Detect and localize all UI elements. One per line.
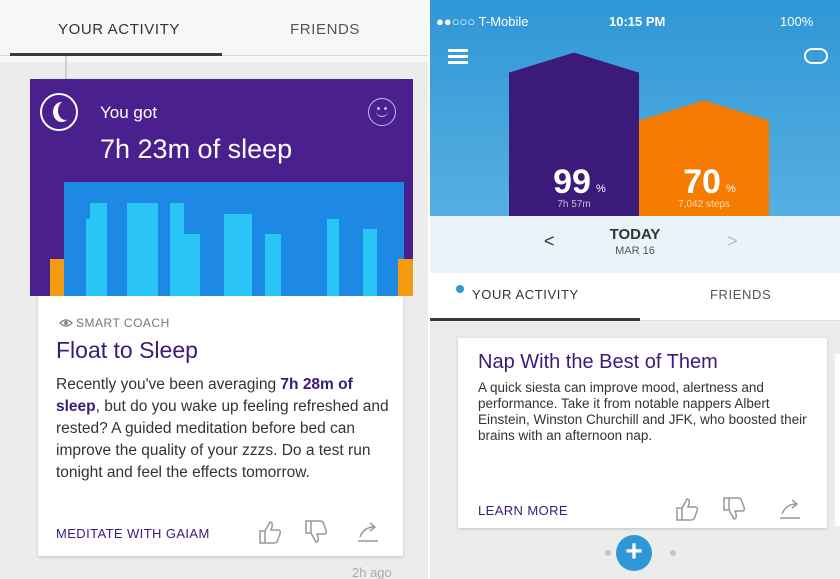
thumbs-down-icon[interactable] [720, 496, 748, 522]
tab-bar: YOUR ACTIVITY FRIENDS [430, 273, 840, 321]
sleep-goal-unit: % [596, 183, 606, 195]
tab-bar: YOUR ACTIVITY FRIENDS [0, 0, 428, 62]
deep-sleep-segment [64, 182, 86, 296]
thumbs-down-icon[interactable] [302, 519, 330, 545]
sleep-intro: You got [100, 103, 158, 122]
deep-sleep-segment [107, 182, 127, 296]
active-tab-indicator [10, 53, 222, 56]
thumbs-up-icon[interactable] [673, 496, 701, 522]
timestamp: 2h ago [352, 565, 392, 579]
page-dot [605, 550, 611, 556]
sleep-stage-chart [50, 182, 413, 296]
tab-your-activity[interactable]: YOUR ACTIVITY [58, 21, 180, 38]
steps-goal-percent: 70 [683, 163, 721, 201]
right-app-screen: 99% 7h 57m 70% 7,042 steps ●●○○○ T-Mobile 1… [430, 0, 840, 579]
next-card-peek [835, 354, 840, 526]
clock: 10:15 PM [609, 14, 666, 29]
awake-segment [398, 259, 413, 296]
menu-icon[interactable] [448, 49, 468, 64]
body-text-start: Recently you've been averaging [56, 376, 281, 393]
tab-your-activity[interactable]: YOUR ACTIVITY [472, 287, 579, 302]
body-text-end: , but do you wake up feeling refreshed a… [56, 398, 389, 481]
learn-more-button[interactable]: LEARN MORE [478, 503, 568, 518]
smiley-icon[interactable] [368, 98, 396, 126]
steps-goal-unit: % [726, 183, 736, 195]
sleep-goal-detail: 7h 57m [557, 199, 590, 210]
tab-friends[interactable]: FRIENDS [290, 21, 360, 38]
add-button[interactable]: + [616, 535, 652, 571]
deep-sleep-segment [200, 182, 224, 296]
smart-coach-label: SMART COACH [76, 316, 170, 330]
sleep-goal-percent: 99 [553, 163, 591, 201]
deep-sleep-segment [252, 182, 262, 296]
card-body: Recently you've been averaging 7h 28m of… [56, 374, 396, 484]
meditate-button[interactable]: MEDITATE WITH GAIAM [56, 526, 210, 541]
left-app-screen: YOUR ACTIVITY FRIENDS You got 7h 23m of … [0, 0, 428, 579]
moon-icon [40, 93, 78, 131]
screen: YOUR ACTIVITY FRIENDS You got 7h 23m of … [0, 0, 840, 579]
day-date: MAR 16 [615, 245, 655, 257]
band-icon[interactable] [804, 48, 828, 64]
smart-coach-card: Nap With the Best of Them A quick siesta… [458, 338, 827, 528]
page-dot [670, 550, 676, 556]
carrier-status: ●●○○○ T-Mobile [436, 14, 529, 29]
card-body: A quick siesta can improve mood, alertne… [478, 380, 807, 443]
share-icon[interactable] [776, 496, 804, 522]
active-dot [456, 285, 464, 293]
day-navigator: < > TODAY MAR 16 [430, 216, 840, 273]
battery-status: 100% [780, 14, 814, 29]
card-title: Float to Sleep [56, 337, 198, 363]
smart-coach-card: You got 7h 23m of sleep SMART COACH Floa… [30, 79, 413, 556]
sleep-summary[interactable]: You got 7h 23m of sleep [30, 79, 413, 296]
thumbs-up-icon[interactable] [256, 519, 284, 545]
sleep-total: 7h 23m of sleep [100, 134, 293, 164]
deep-sleep-segment [158, 182, 170, 296]
goal-header: 99% 7h 57m 70% 7,042 steps ●●○○○ T-Mobile 1… [430, 0, 840, 273]
deep-sleep-segment [281, 182, 327, 296]
eye-icon [59, 319, 73, 327]
tab-friends[interactable]: FRIENDS [710, 287, 771, 302]
activity-feed: Nap With the Best of Them A quick siesta… [430, 321, 840, 579]
card-title: Nap With the Best of Them [478, 351, 718, 373]
day-title: TODAY [609, 226, 661, 243]
deep-sleep-segment [339, 182, 363, 296]
steps-goal-detail: 7,042 steps [678, 199, 730, 210]
share-icon[interactable] [354, 519, 382, 545]
awake-segment [50, 259, 64, 296]
timeline-line [65, 56, 67, 79]
